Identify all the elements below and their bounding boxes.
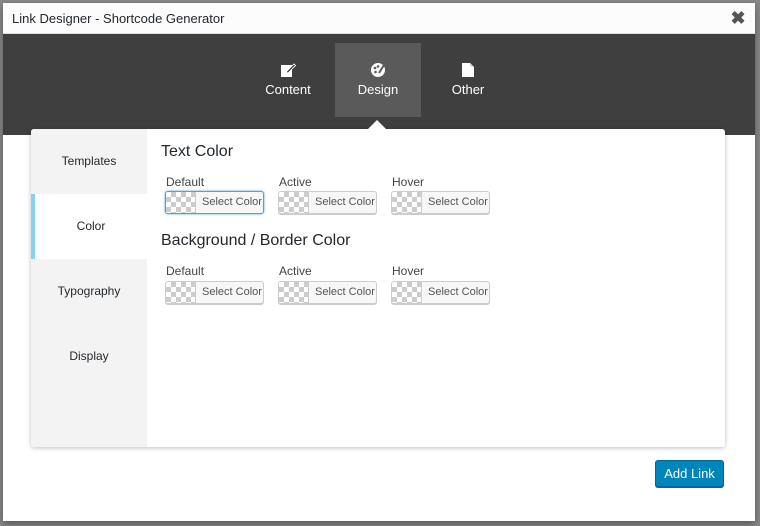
select-color-label: Select Color [315,196,375,208]
close-icon[interactable]: ✖ [727,7,749,29]
bg-active-label: Active [279,264,312,278]
bg-default-color-button[interactable]: Select Color [165,281,264,304]
background-border-color-heading: Background / Border Color [161,232,351,249]
color-swatch [279,282,309,303]
sidebar-item-label: Templates [61,154,117,168]
design-sidebar: Templates Color Typography Display [31,129,147,447]
tab-other[interactable]: Other [425,43,511,117]
bg-active-color-button[interactable]: Select Color [278,281,377,304]
sidebar-item-typography[interactable]: Typography [31,259,147,324]
text-default-label: Default [166,175,205,189]
tab-other-label: Other [451,82,485,97]
select-color-label: Select Color [428,196,488,208]
color-swatch [166,192,196,213]
color-settings: Text Color Default Select Color Active S… [147,129,725,447]
text-hover-color-button[interactable]: Select Color [391,191,490,214]
color-swatch [392,192,422,213]
text-color-heading: Text Color [161,143,234,160]
bg-hover-color-button[interactable]: Select Color [391,281,490,304]
text-default-color-button[interactable]: Select Color [165,191,264,214]
text-hover-label: Hover [392,175,425,189]
tab-content[interactable]: Content [245,43,331,117]
design-panel: Templates Color Typography Display Text … [31,129,725,447]
tab-design[interactable]: Design [335,43,421,117]
modal-title: Link Designer - Shortcode Generator [12,11,225,26]
select-color-label: Select Color [202,286,262,298]
bg-hover-label: Hover [392,264,425,278]
tab-content-label: Content [265,82,311,97]
select-color-label: Select Color [202,196,262,208]
shortcode-generator-modal: Link Designer - Shortcode Generator ✖ Co… [3,3,755,521]
select-color-label: Select Color [428,286,488,298]
sidebar-item-label: Typography [57,284,121,298]
edit-icon [281,63,296,77]
page-edit-icon [462,63,474,77]
tab-design-label: Design [357,82,399,97]
sidebar-item-templates[interactable]: Templates [31,129,147,194]
palette-icon [371,63,385,77]
sidebar-item-label: Color [76,219,106,233]
color-swatch [166,282,196,303]
color-swatch [392,282,422,303]
modal-titlebar: Link Designer - Shortcode Generator ✖ [3,3,755,34]
select-color-label: Select Color [315,286,375,298]
sidebar-item-label: Display [69,349,109,363]
add-link-button[interactable]: Add Link [655,460,724,487]
sidebar-item-color[interactable]: Color [31,194,147,259]
text-active-label: Active [279,175,312,189]
color-swatch [279,192,309,213]
text-active-color-button[interactable]: Select Color [278,191,377,214]
sidebar-item-display[interactable]: Display [31,324,147,389]
bg-default-label: Default [166,264,205,278]
active-tab-pointer [367,120,387,130]
